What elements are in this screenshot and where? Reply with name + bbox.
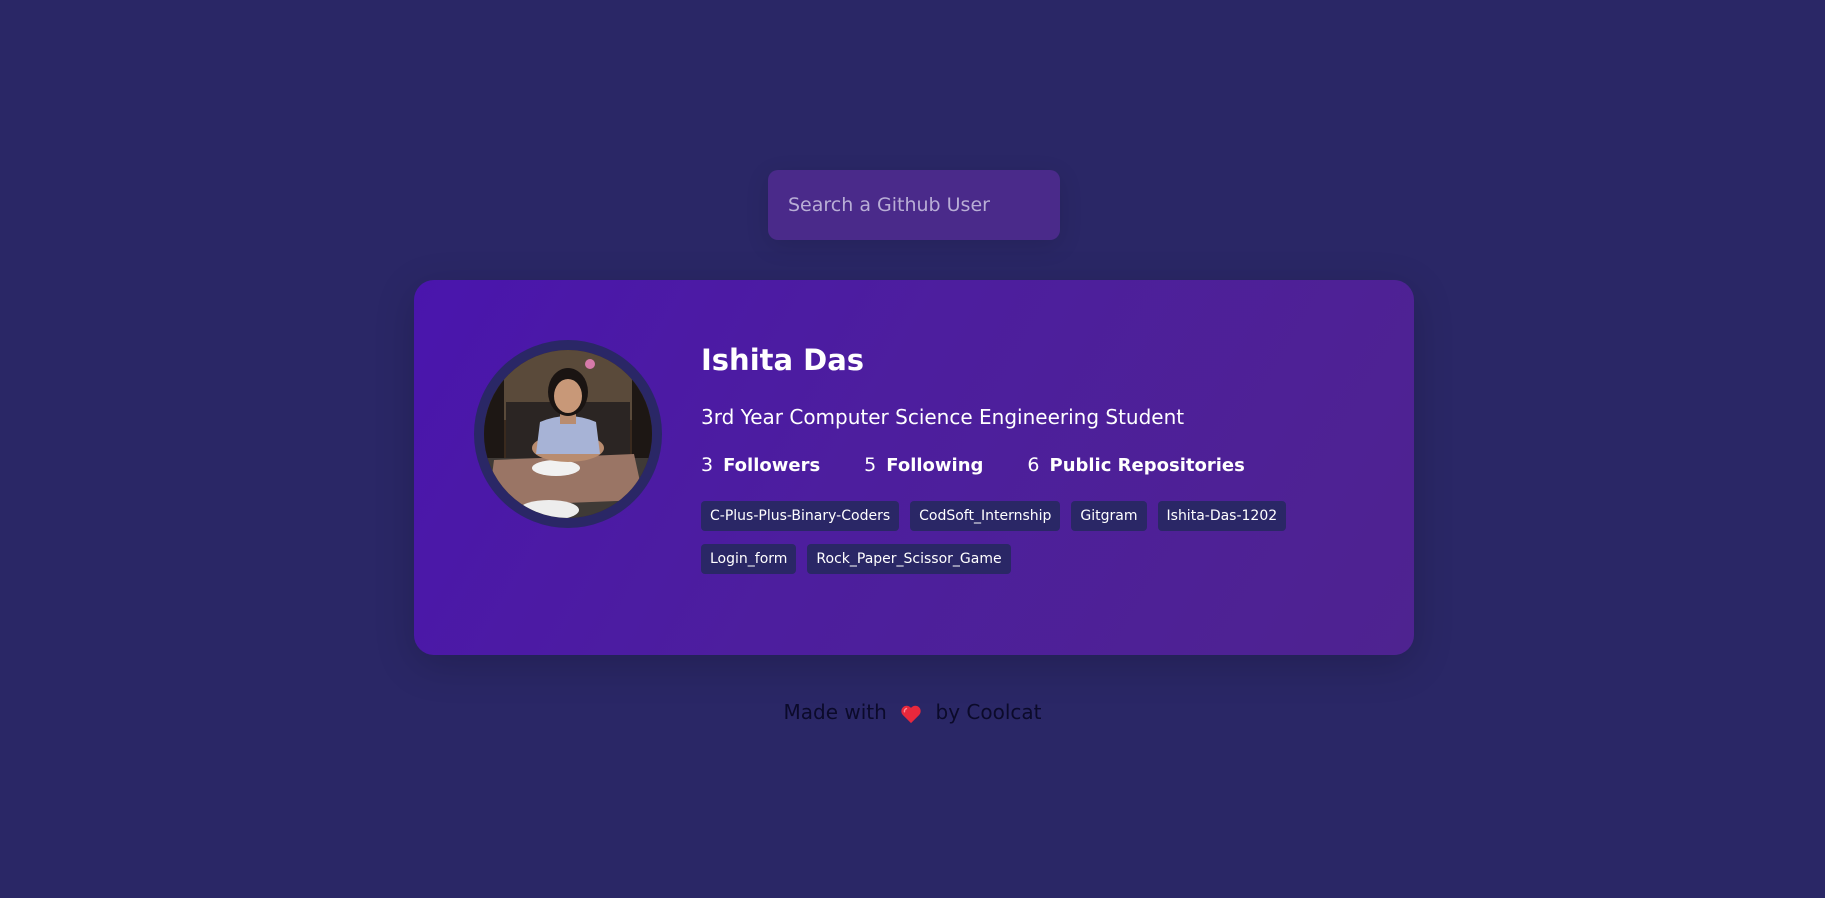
footer-suffix: by Coolcat	[935, 700, 1042, 724]
avatar	[474, 340, 662, 528]
footer-prefix: Made with	[783, 700, 887, 724]
search-box[interactable]	[768, 170, 1060, 240]
stat-value: 5	[864, 454, 877, 476]
repo-list: C-Plus-Plus-Binary-Coders CodSoft_Intern…	[701, 501, 1341, 587]
stat-public-repos: 6 Public Repositories	[1027, 454, 1244, 476]
user-card: Ishita Das 3rd Year Computer Science Eng…	[414, 280, 1414, 655]
stat-value: 3	[701, 454, 714, 476]
stat-label: Followers	[723, 454, 821, 476]
stat-label: Following	[886, 454, 984, 476]
stat-label: Public Repositories	[1049, 454, 1245, 476]
repo-link[interactable]: CodSoft_Internship	[910, 501, 1061, 531]
stat-followers: 3 Followers	[701, 454, 820, 476]
repo-link[interactable]: Login_form	[701, 544, 797, 574]
footer: Made with by Coolcat	[0, 697, 1825, 727]
repo-link[interactable]: Ishita-Das-1202	[1157, 501, 1287, 531]
user-info: Ishita Das 3rd Year Computer Science Eng…	[701, 340, 1361, 587]
repo-link[interactable]: Gitgram	[1071, 501, 1147, 531]
search-input[interactable]	[768, 170, 1060, 240]
avatar-photo	[484, 350, 652, 518]
repo-link[interactable]: C-Plus-Plus-Binary-Coders	[701, 501, 900, 531]
user-stats: 3 Followers 5 Following 6 Public Reposit…	[701, 451, 1361, 479]
stat-value: 6	[1027, 454, 1040, 476]
heart-icon	[901, 705, 921, 723]
user-bio: 3rd Year Computer Science Engineering St…	[701, 405, 1185, 429]
repo-link[interactable]: Rock_Paper_Scissor_Game	[807, 544, 1011, 574]
user-name: Ishita Das	[701, 343, 865, 377]
stat-following: 5 Following	[864, 454, 983, 476]
